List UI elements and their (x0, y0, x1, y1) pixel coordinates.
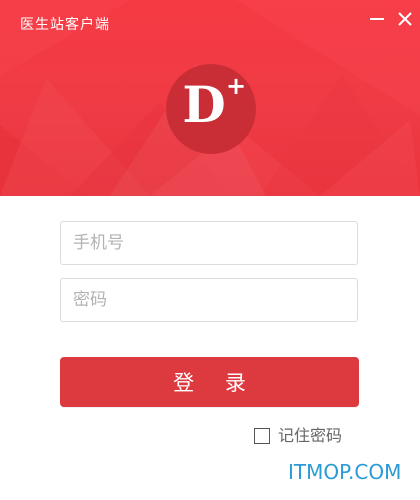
phone-field (60, 221, 358, 265)
remember-password-checkbox[interactable] (254, 428, 270, 444)
remember-password-label: 记住密码 (278, 426, 343, 445)
login-button[interactable]: 登 录 (60, 357, 359, 407)
minimize-button[interactable] (366, 8, 388, 30)
watermark-logo: ITMOP.COM (288, 460, 402, 484)
phone-input[interactable] (61, 222, 357, 264)
header-banner: 医生站客户端 D + (0, 0, 420, 196)
login-window: 医生站客户端 D + 登 录 记住密码 ITMOP.COM (0, 0, 420, 500)
password-field (60, 278, 358, 322)
close-button[interactable] (394, 8, 416, 30)
close-icon (398, 12, 412, 26)
remember-password[interactable]: 记住密码 (254, 425, 342, 447)
minimize-icon (370, 18, 384, 20)
app-title: 医生站客户端 (20, 17, 110, 33)
password-input[interactable] (61, 279, 357, 321)
logo-letter: D (182, 75, 226, 134)
logo-plus-icon: + (226, 72, 247, 100)
app-logo: D + (166, 64, 256, 154)
